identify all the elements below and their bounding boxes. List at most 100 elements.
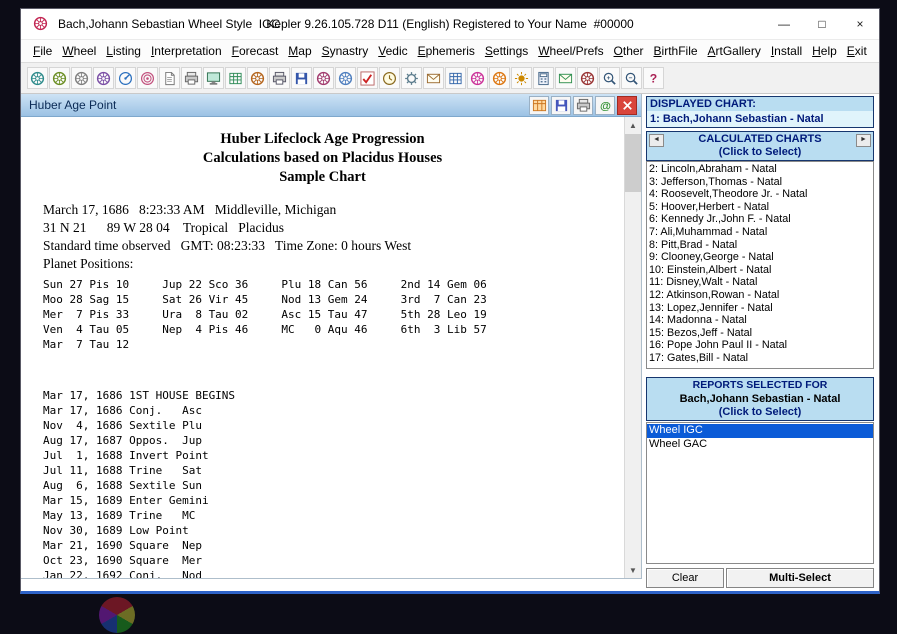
calculated-chart-item[interactable]: 12: Atkinson,Rowan - Natal bbox=[649, 289, 872, 302]
planet-position-row: Ven 4 Tau 05 Nep 4 Pis 46 MC 0 Aqu 46 6t… bbox=[43, 322, 624, 337]
biwheel-icon[interactable] bbox=[137, 67, 158, 89]
scroll-up-icon[interactable]: ▲ bbox=[625, 117, 641, 133]
menu-bar: File Wheel Listing Interpretation Forecast Ma… bbox=[21, 39, 879, 63]
wheel-orange-icon[interactable] bbox=[247, 67, 268, 89]
menu-item-other[interactable]: Other bbox=[614, 44, 644, 58]
wheel-red-icon[interactable] bbox=[577, 67, 598, 89]
calculated-chart-item[interactable]: 9: Clooney,George - Natal bbox=[649, 251, 872, 264]
menu-item-file[interactable]: File bbox=[33, 44, 52, 58]
report-title-line: Huber Lifeclock Age Progression bbox=[21, 130, 624, 149]
report-subtitle-line: Calculations based on Placidus Houses bbox=[21, 149, 624, 168]
sun-icon[interactable] bbox=[511, 67, 532, 89]
wheel-magenta-icon[interactable] bbox=[467, 67, 488, 89]
calculated-chart-item[interactable]: 10: Einstein,Albert - Natal bbox=[649, 264, 872, 277]
reports-title: REPORTS SELECTED FOR bbox=[647, 379, 873, 392]
calculated-chart-item[interactable]: 17: Gates,Bill - Natal bbox=[649, 352, 872, 365]
calculated-charts-list[interactable]: 2: Lincoln,Abraham - Natal3: Jefferson,T… bbox=[646, 161, 874, 369]
displayed-chart-entry[interactable]: 1: Bach,Johann Sebastian - Natal bbox=[647, 111, 873, 127]
age-point-event-row: Mar 17, 1686 Conj. Asc bbox=[43, 403, 624, 418]
minimize-button[interactable]: — bbox=[765, 9, 803, 39]
report-item[interactable]: Wheel IGC bbox=[647, 424, 873, 438]
scroll-left-icon[interactable]: ◄ bbox=[649, 134, 664, 147]
titlebar: Bach,Johann Sebastian Wheel Style IGC Ke… bbox=[21, 9, 879, 39]
print-icon[interactable] bbox=[181, 67, 202, 89]
reports-list[interactable]: Wheel IGCWheel GAC bbox=[646, 422, 874, 564]
menu-item-map[interactable]: Map bbox=[288, 44, 311, 58]
wheel-amber-icon[interactable] bbox=[489, 67, 510, 89]
svg-text:@: @ bbox=[600, 100, 611, 112]
menu-item-interpretation[interactable]: Interpretation bbox=[151, 44, 222, 58]
clear-button[interactable]: Clear bbox=[646, 568, 724, 588]
report-item[interactable]: Wheel GAC bbox=[647, 438, 873, 452]
menu-item-vedic[interactable]: Vedic bbox=[378, 44, 407, 58]
zoom-out-icon[interactable]: − bbox=[621, 67, 642, 89]
print-report-icon[interactable] bbox=[573, 96, 593, 115]
svg-text:−: − bbox=[629, 75, 633, 82]
float-window-icon[interactable] bbox=[529, 96, 549, 115]
aspect-grid-icon[interactable] bbox=[225, 67, 246, 89]
close-report-icon[interactable] bbox=[617, 96, 637, 115]
maximize-button[interactable]: □ bbox=[803, 9, 841, 39]
age-point-event-row: May 13, 1689 Trine MC bbox=[43, 508, 624, 523]
wheel-purple-icon[interactable] bbox=[93, 67, 114, 89]
wheel-style-icon[interactable] bbox=[49, 67, 70, 89]
report-page-icon[interactable] bbox=[159, 67, 180, 89]
settings-gear-icon[interactable] bbox=[401, 67, 422, 89]
wheel-blue-icon[interactable] bbox=[335, 67, 356, 89]
calculated-chart-item[interactable]: 5: Hoover,Herbert - Natal bbox=[649, 201, 872, 214]
planet-positions: Sun 27 Pis 10 Jup 22 Sco 36 Plu 18 Can 5… bbox=[21, 277, 624, 352]
menu-item-install[interactable]: Install bbox=[771, 44, 802, 58]
calculated-chart-item[interactable]: 4: Roosevelt,Theodore Jr. - Natal bbox=[649, 188, 872, 201]
calculated-chart-item[interactable]: 11: Disney,Walt - Natal bbox=[649, 276, 872, 289]
time-clock-icon[interactable] bbox=[379, 67, 400, 89]
panel-titlebar: Huber Age Point @ bbox=[21, 94, 641, 117]
planet-position-row: Sun 27 Pis 10 Jup 22 Sco 36 Plu 18 Can 5… bbox=[43, 277, 624, 292]
screen-view-icon[interactable] bbox=[203, 67, 224, 89]
dial-icon[interactable] bbox=[115, 67, 136, 89]
scroll-right-icon[interactable]: ► bbox=[856, 134, 871, 147]
menu-item-wheel[interactable]: Wheel bbox=[62, 44, 96, 58]
send-mail-icon[interactable] bbox=[555, 67, 576, 89]
calculator-icon[interactable] bbox=[533, 67, 554, 89]
vertical-scrollbar[interactable]: ▲ ▼ bbox=[624, 117, 641, 578]
print-preview-icon[interactable] bbox=[269, 67, 290, 89]
calculated-chart-item[interactable]: 6: Kennedy Jr.,John F. - Natal bbox=[649, 213, 872, 226]
menu-item-birthfile[interactable]: BirthFile bbox=[654, 44, 698, 58]
select-check-icon[interactable] bbox=[357, 67, 378, 89]
calculated-chart-item[interactable]: 8: Pitt,Brad - Natal bbox=[649, 239, 872, 252]
help-icon[interactable]: ? bbox=[643, 67, 664, 89]
calculated-chart-item[interactable]: 3: Jefferson,Thomas - Natal bbox=[649, 176, 872, 189]
scroll-track[interactable] bbox=[625, 193, 641, 562]
calculated-chart-item[interactable]: 15: Bezos,Jeff - Natal bbox=[649, 327, 872, 340]
age-point-event-row: Mar 17, 1686 1ST HOUSE BEGINS bbox=[43, 388, 624, 403]
calculated-chart-item[interactable]: 13: Lopez,Jennifer - Natal bbox=[649, 302, 872, 315]
menu-item-wheel-prefs[interactable]: Wheel/Prefs bbox=[538, 44, 603, 58]
wheel-bw-icon[interactable] bbox=[71, 67, 92, 89]
displayed-chart-header: DISPLAYED CHART: bbox=[647, 97, 873, 111]
calculated-chart-item[interactable]: 7: Ali,Muhammad - Natal bbox=[649, 226, 872, 239]
calculated-chart-item[interactable]: 2: Lincoln,Abraham - Natal bbox=[649, 163, 872, 176]
zoom-in-icon[interactable]: + bbox=[599, 67, 620, 89]
menu-item-help[interactable]: Help bbox=[812, 44, 837, 58]
menu-item-listing[interactable]: Listing bbox=[106, 44, 141, 58]
save-report-icon[interactable] bbox=[551, 96, 571, 115]
menu-item-artgallery[interactable]: ArtGallery bbox=[708, 44, 761, 58]
scroll-down-icon[interactable]: ▼ bbox=[625, 562, 641, 578]
table-grid-icon[interactable] bbox=[445, 67, 466, 89]
email-icon[interactable] bbox=[423, 67, 444, 89]
menu-item-synastry[interactable]: Synastry bbox=[322, 44, 369, 58]
menu-item-forecast[interactable]: Forecast bbox=[232, 44, 279, 58]
save-icon[interactable] bbox=[291, 67, 312, 89]
natal-wheel-icon[interactable] bbox=[27, 67, 48, 89]
calculated-chart-item[interactable]: 16: Pope John Paul II - Natal bbox=[649, 339, 872, 352]
menu-item-ephemeris[interactable]: Ephemeris bbox=[418, 44, 475, 58]
close-button[interactable]: × bbox=[841, 9, 879, 39]
age-point-event-row: Nov 30, 1689 Low Point bbox=[43, 523, 624, 538]
calculated-chart-item[interactable]: 14: Madonna - Natal bbox=[649, 314, 872, 327]
menu-item-exit[interactable]: Exit bbox=[847, 44, 867, 58]
multi-select-button[interactable]: Multi-Select bbox=[726, 568, 874, 588]
email-report-icon[interactable]: @ bbox=[595, 96, 615, 115]
menu-item-settings[interactable]: Settings bbox=[485, 44, 528, 58]
wheel-rose-icon[interactable] bbox=[313, 67, 334, 89]
scroll-thumb[interactable] bbox=[625, 134, 641, 192]
